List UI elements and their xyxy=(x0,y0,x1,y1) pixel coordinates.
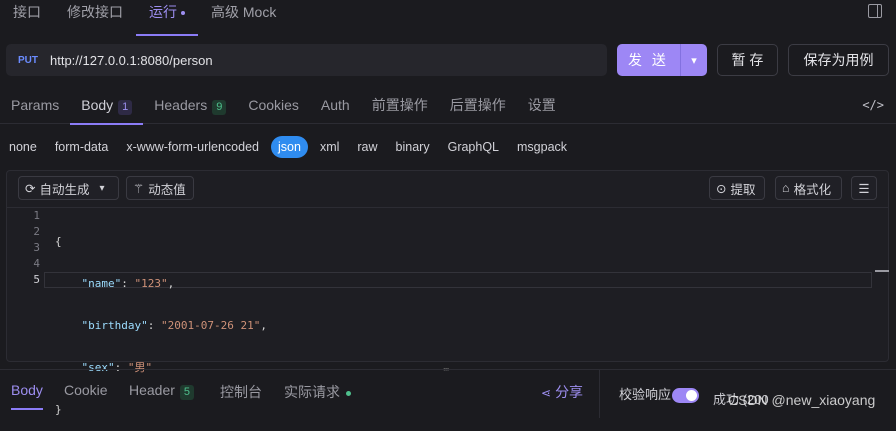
body-type-form-data[interactable]: form-data xyxy=(49,136,115,158)
json-value: "2001-07-26 21" xyxy=(160,319,261,332)
method-label[interactable]: PUT xyxy=(18,55,48,66)
chevron-down-icon: ▾ xyxy=(99,182,105,194)
tab-headers-label: Headers xyxy=(154,96,208,113)
body-type-selector: none form-data x-www-form-urlencoded jso… xyxy=(0,135,576,159)
share-label: 分享 xyxy=(555,384,584,400)
response-tab-actual-request[interactable]: 实际请求 xyxy=(284,382,351,402)
body-type-urlencoded[interactable]: x-www-form-urlencoded xyxy=(120,136,265,158)
code-line: "name": "123", xyxy=(81,277,175,290)
extract-button[interactable]: ⊙ 提取 xyxy=(709,176,765,200)
body-type-json[interactable]: json xyxy=(271,136,308,158)
code-line: { xyxy=(55,234,267,250)
unsaved-dot xyxy=(181,11,185,16)
dynamic-value-button[interactable]: ⚚ 动态值 xyxy=(126,176,194,200)
body-type-msgpack[interactable]: msgpack xyxy=(511,136,573,158)
auto-generate-label: 自动生成 xyxy=(39,182,90,197)
tab-post-ops[interactable]: 后置操作 xyxy=(439,86,517,124)
json-value: "123" xyxy=(134,277,168,290)
watermark: CSDN @new_xiaoyang xyxy=(728,392,876,408)
save-as-case-button[interactable]: 保存为用例 xyxy=(788,44,889,76)
body-type-raw[interactable]: raw xyxy=(351,136,383,158)
format-label: 格式化 xyxy=(793,182,832,197)
tab-run-label: 运行 xyxy=(149,4,177,20)
scroll-marker xyxy=(875,270,889,272)
body-count-badge: 1 xyxy=(118,99,133,115)
response-tab-body[interactable]: Body xyxy=(11,382,43,410)
line-number: 2 xyxy=(33,225,40,238)
extract-label: 提取 xyxy=(730,182,756,197)
tab-pre-ops[interactable]: 前置操作 xyxy=(361,86,439,124)
auto-generate-button[interactable]: ⟳ 自动生成 ▾ xyxy=(18,176,119,200)
send-button-label: 发 送 xyxy=(628,52,669,68)
request-tabs: Params Body 1 Headers 9 Cookies Auth 前置操作 … xyxy=(0,86,896,125)
save-draft-button[interactable]: 暂 存 xyxy=(717,44,778,76)
tab-interface[interactable]: 接口 xyxy=(0,0,54,26)
format-button[interactable]: ⌂ 格式化 xyxy=(775,176,842,200)
body-type-none[interactable]: none xyxy=(3,136,43,158)
dynamic-value-label: 动态值 xyxy=(148,182,186,197)
tab-auth[interactable]: Auth xyxy=(310,86,361,124)
tab-edit-interface[interactable]: 修改接口 xyxy=(54,0,136,26)
format-icon: ⌂ xyxy=(782,181,790,195)
response-tab-console[interactable]: 控制台 xyxy=(220,382,262,402)
code-line: "birthday": "2001-07-26 21", xyxy=(81,319,267,332)
top-tabs: 接口 修改接口 运行 高级 Mock xyxy=(0,0,896,36)
extract-icon: ⊙ xyxy=(716,181,727,196)
chevron-down-icon[interactable]: ▾ xyxy=(681,54,707,67)
actual-request-label: 实际请求 xyxy=(284,384,340,400)
share-icon: ⋖ xyxy=(541,386,552,400)
wrap-lines-button[interactable]: ☰ xyxy=(851,176,877,200)
tab-headers[interactable]: Headers 9 xyxy=(143,86,237,124)
body-type-graphql[interactable]: GraphQL xyxy=(442,136,505,158)
response-tab-header-label: Header xyxy=(129,382,175,398)
url-input[interactable]: http://127.0.0.1:8080/person xyxy=(50,53,213,68)
share-button[interactable]: ⋖ 分享 xyxy=(541,382,583,402)
side-panel-icon[interactable] xyxy=(868,4,882,18)
header-count-badge: 5 xyxy=(179,385,195,400)
body-type-xml[interactable]: xml xyxy=(314,136,345,158)
response-tab-header[interactable]: Header 5 xyxy=(129,382,195,400)
json-key: "birthday" xyxy=(81,319,148,332)
lines-icon: ☰ xyxy=(858,181,870,196)
magic-wand-icon: ⚚ xyxy=(133,181,145,196)
tab-body[interactable]: Body 1 xyxy=(70,86,144,125)
headers-count-badge: 9 xyxy=(212,99,227,115)
line-number: 3 xyxy=(33,241,40,254)
body-type-binary[interactable]: binary xyxy=(390,136,436,158)
tab-cookies[interactable]: Cookies xyxy=(237,86,310,124)
send-button[interactable]: 发 送 ▾ xyxy=(617,44,707,76)
line-gutter: 1 2 3 4 5 xyxy=(18,208,40,288)
validate-label: 校验响应 xyxy=(619,387,672,402)
url-bar[interactable]: PUT http://127.0.0.1:8080/person xyxy=(6,44,607,76)
response-tab-cookie[interactable]: Cookie xyxy=(64,382,108,398)
json-key: "name" xyxy=(81,277,122,290)
tab-settings[interactable]: 设置 xyxy=(517,86,567,124)
brace: { xyxy=(55,235,62,248)
panel-divider xyxy=(599,370,600,418)
validate-toggle[interactable] xyxy=(672,388,699,403)
status-dot xyxy=(346,390,351,396)
code-icon[interactable]: </> xyxy=(862,98,884,112)
tab-run[interactable]: 运行 xyxy=(136,0,198,36)
tab-advanced-mock[interactable]: 高级 Mock xyxy=(198,0,289,26)
refresh-icon: ⟳ xyxy=(25,181,36,196)
line-number: 1 xyxy=(33,209,40,222)
line-number: 5 xyxy=(33,273,40,286)
tab-params[interactable]: Params xyxy=(0,86,70,124)
line-number: 4 xyxy=(33,257,40,270)
tab-body-label: Body xyxy=(81,96,114,113)
